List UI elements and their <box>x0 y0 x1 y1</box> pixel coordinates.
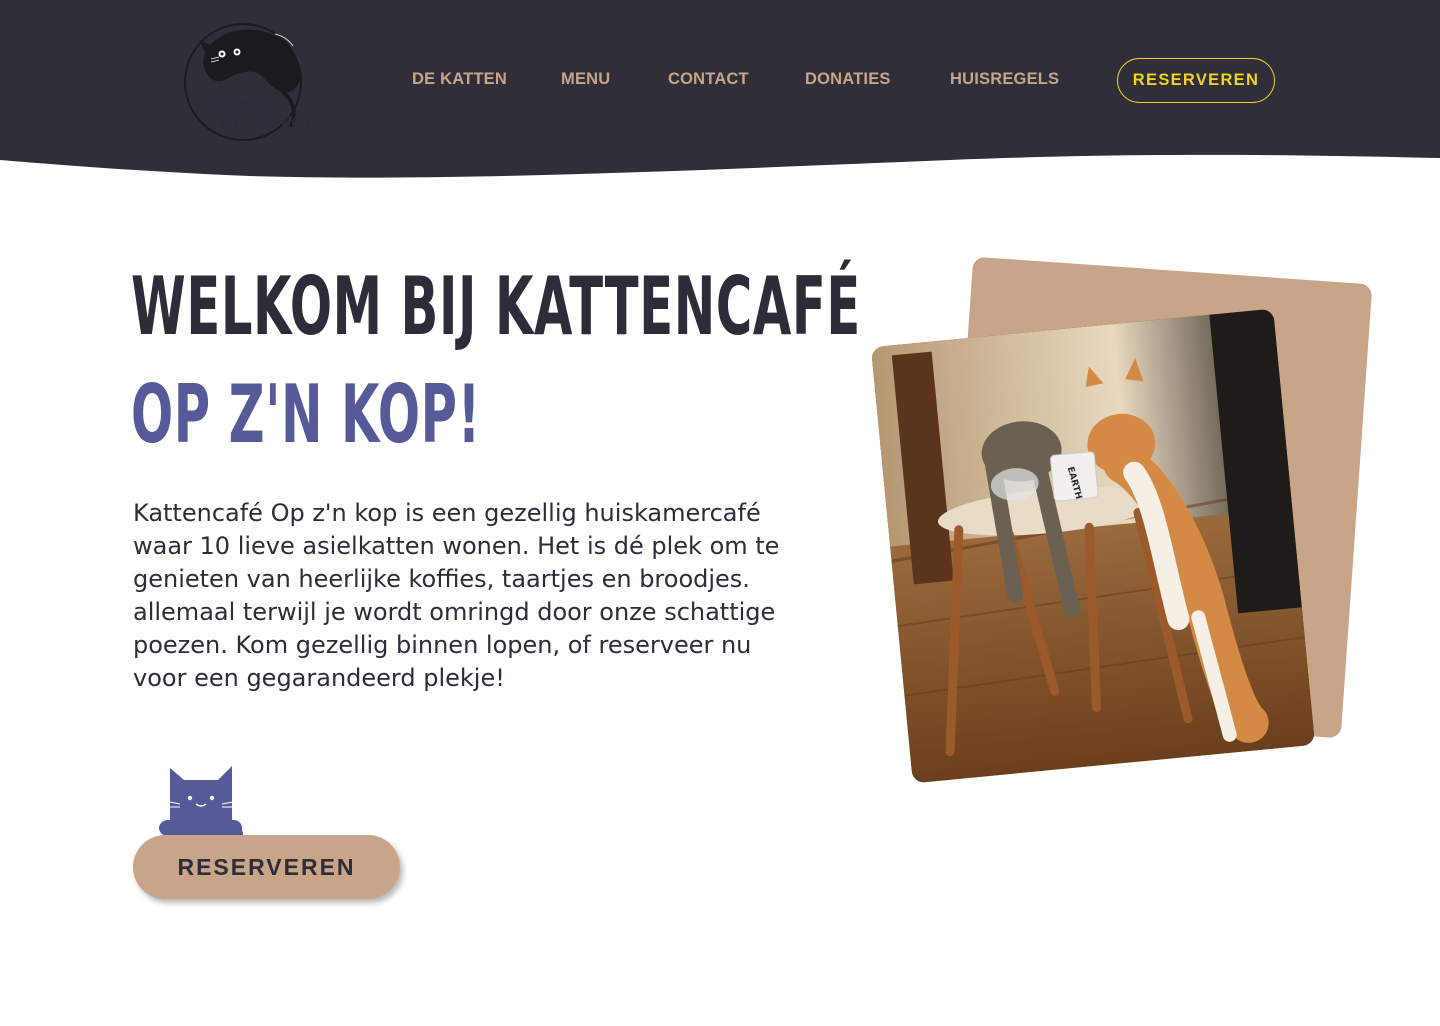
nav-reserve-button[interactable]: RESERVEREN <box>1117 58 1275 103</box>
hero-intro-text: Kattencafé Op z'n kop is een gezellig hu… <box>133 499 780 692</box>
cat-peek-icon <box>159 766 245 842</box>
nav-item-contact[interactable]: CONTACT <box>668 70 749 89</box>
hero-title-line1: WELKOM BIJ KATTENCAFÉ <box>131 260 861 353</box>
nav-item-menu[interactable]: MENU <box>561 70 610 89</box>
nav-item-de-katten[interactable]: DE KATTEN <box>412 70 507 89</box>
hero-reserve-button[interactable]: RESERVEREN <box>133 835 400 899</box>
logo-text-line1: kattencafé <box>199 95 280 114</box>
nav-item-huisregels[interactable]: HUISREGELS <box>950 70 1059 89</box>
cats-photo: EARTH <box>870 308 1316 784</box>
hero-title-line2: OP Z'N KOP! <box>131 368 481 461</box>
logo-text-line2: OP Z'N KOP <box>220 113 314 132</box>
nav-item-donaties[interactable]: DONATIES <box>805 70 891 89</box>
